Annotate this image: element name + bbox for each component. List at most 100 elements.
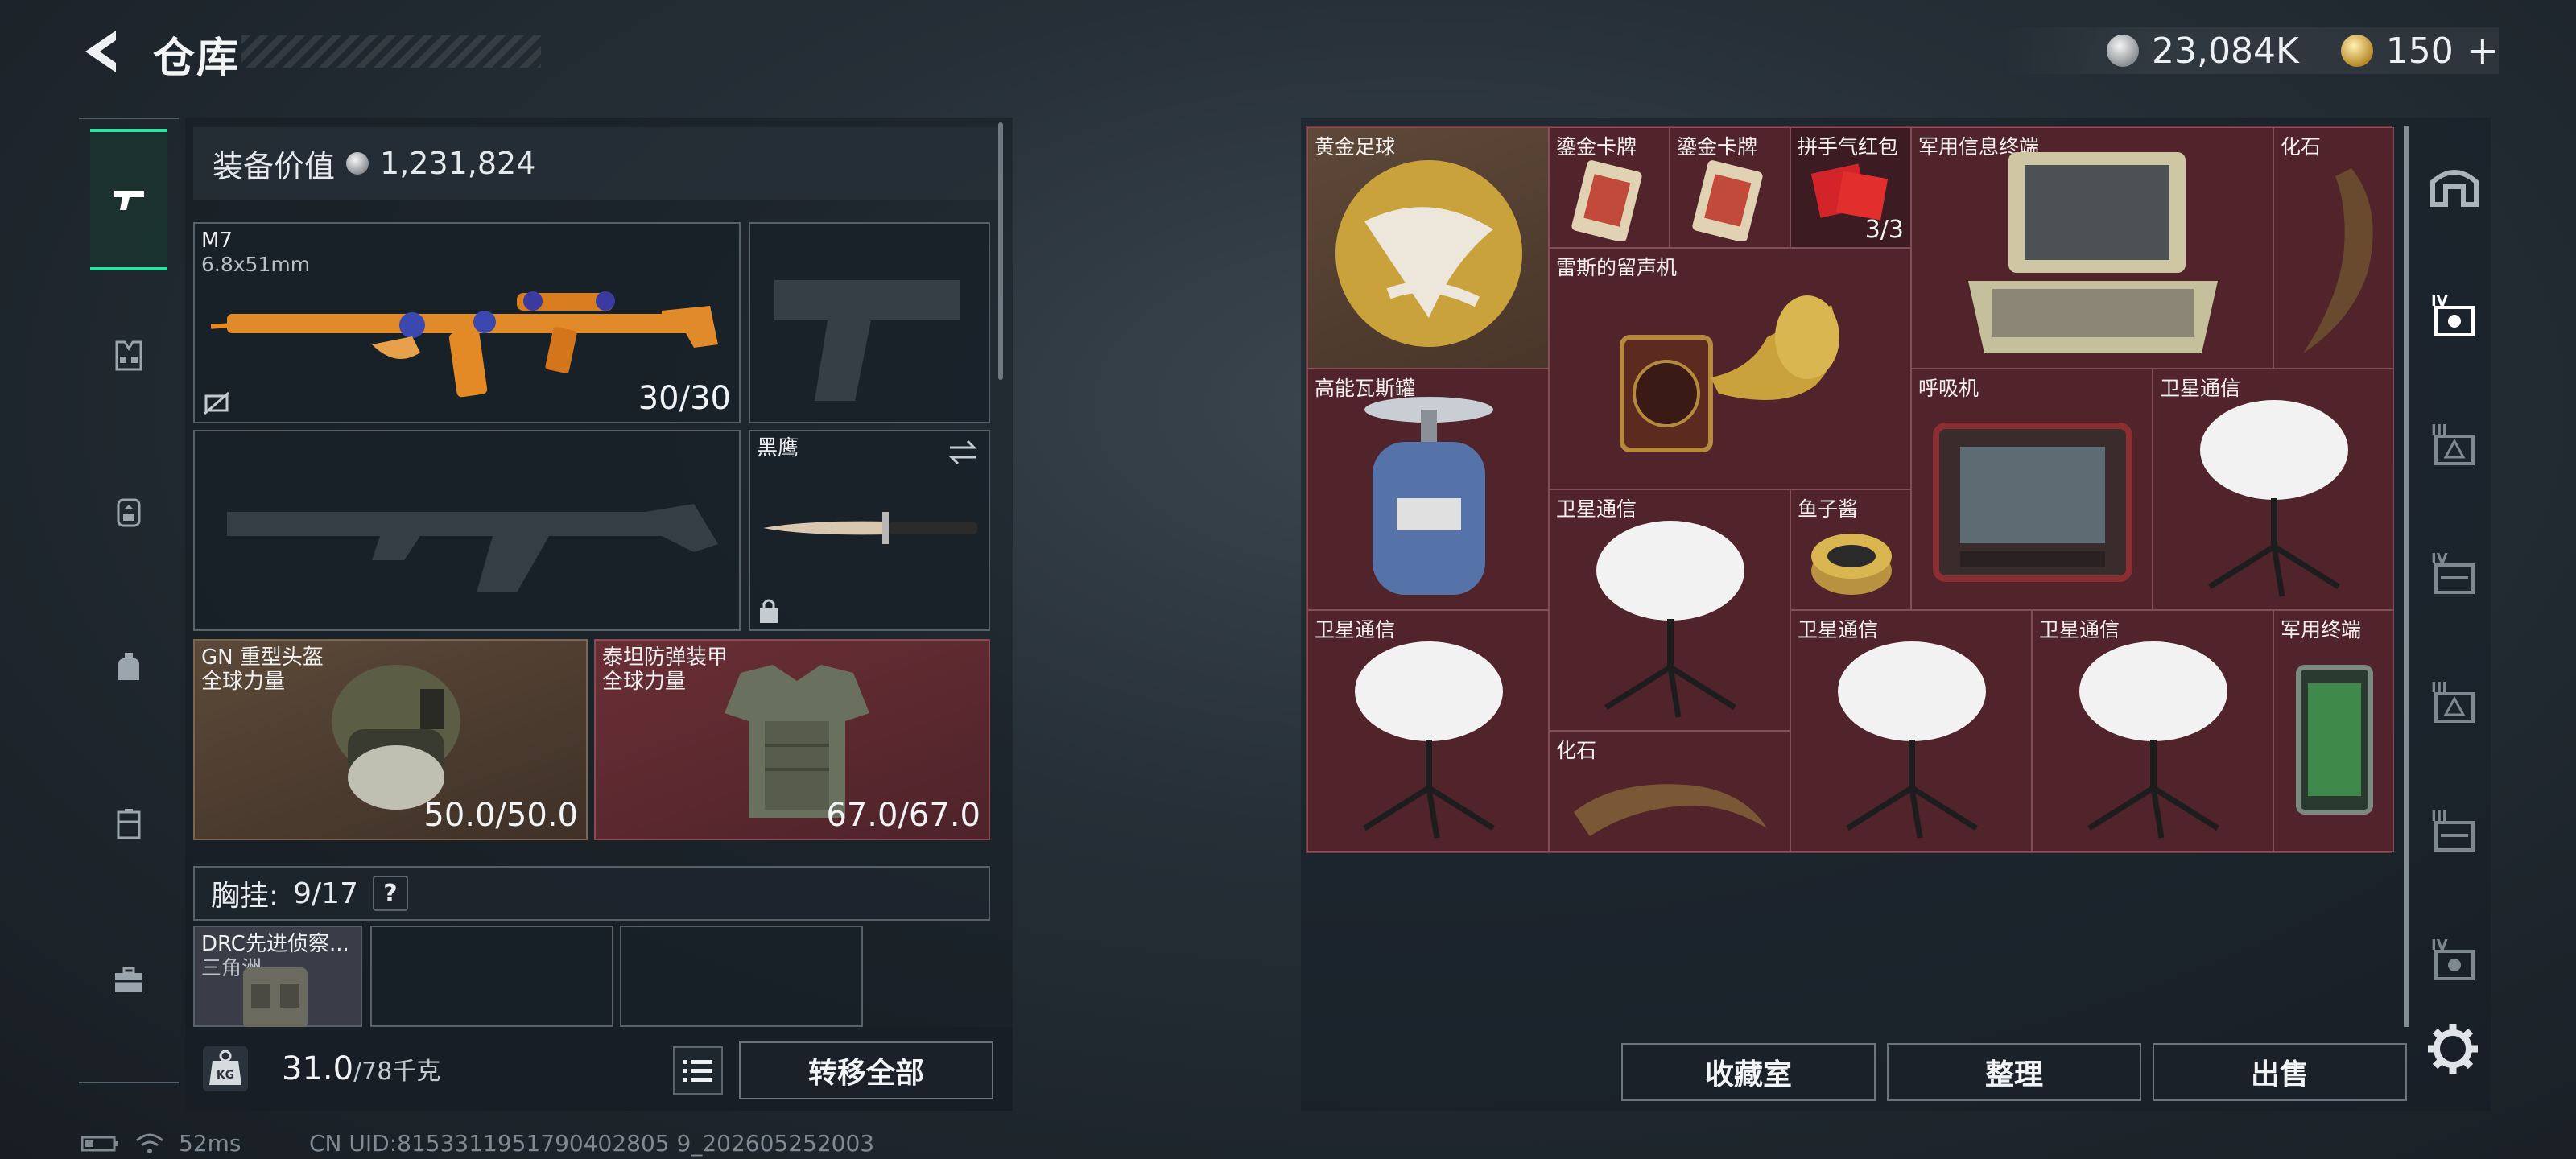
item-fossil[interactable]: 化石 — [1549, 731, 1790, 852]
item-label: 鎏金卡牌 — [1677, 135, 1758, 159]
item-red-packet[interactable]: 拼手气红包 3/3 — [1790, 127, 1911, 248]
rail-item-case[interactable] — [90, 753, 167, 895]
item-label: 雷斯的留声机 — [1556, 256, 1678, 279]
chest-rig-count: 9/17 — [293, 876, 358, 910]
satellite-dish-image — [1596, 521, 1744, 718]
rig-empty-slot[interactable] — [620, 926, 863, 1027]
item-phonograph[interactable]: 雷斯的留声机 — [1549, 248, 1911, 489]
phonograph-image — [1620, 295, 1839, 452]
sell-button[interactable]: 出售 — [2153, 1043, 2407, 1101]
transfer-all-button[interactable]: 转移全部 — [739, 1041, 993, 1099]
loadout-scrollbar[interactable] — [998, 122, 1003, 380]
coin-icon — [346, 152, 369, 175]
rail-item-toolbox[interactable] — [90, 909, 167, 1051]
card-image — [1571, 160, 1642, 241]
storage-category-rail: IV III IV III III IV — [2417, 118, 2492, 1035]
fossil-claw-image — [2303, 168, 2373, 353]
rail-item-weapons[interactable] — [90, 129, 167, 270]
melee-slot[interactable]: 黑鹰 — [749, 430, 990, 631]
tier-iii-triangle-icon-2[interactable]: III — [2428, 674, 2481, 728]
wifi-icon — [136, 1133, 163, 1153]
premium-amount: 150 — [2385, 30, 2454, 72]
item-label: 鎏金卡牌 — [1556, 135, 1637, 159]
helmet-name: GN 重型头盔 — [201, 645, 324, 670]
item-satellite-comm[interactable]: 卫星通信 — [2153, 369, 2394, 610]
armor-slot[interactable]: 泰坦防弹装甲 全球力量 67.0/67.0 — [594, 639, 990, 840]
item-caviar[interactable]: 鱼子酱 — [1790, 489, 1911, 610]
premium-add-button[interactable]: + — [2467, 28, 2499, 73]
secondary-weapon-slot[interactable] — [193, 430, 741, 631]
status-bar: 52ms — [80, 1130, 242, 1157]
safehouse-icon[interactable] — [2428, 159, 2481, 212]
armor-origin: 全球力量 — [602, 670, 687, 694]
item-ventilator[interactable]: 呼吸机 — [1911, 369, 2153, 610]
melee-name: 黑鹰 — [757, 436, 799, 460]
svg-text:KG: KG — [217, 1069, 234, 1082]
title-decoration — [242, 35, 541, 68]
item-gilded-card[interactable]: 鎏金卡牌 — [1549, 127, 1670, 248]
no-attachment-icon — [204, 391, 229, 415]
ammo-count: 30/30 — [638, 380, 731, 417]
helmet-origin: 全球力量 — [201, 670, 286, 694]
rig-item-name: DRC先进侦察... — [201, 932, 349, 956]
tier-iv-tool-icon[interactable]: IV — [2428, 288, 2481, 341]
item-satellite-comm[interactable]: 卫星通信 — [1307, 610, 1549, 852]
item-military-device[interactable]: 军用终端 — [2273, 610, 2394, 852]
tier-iii-gun-icon[interactable]: III — [2428, 803, 2481, 856]
weight-display: 31.0/78千克 — [282, 1050, 440, 1087]
item-label: 拼手气红包 — [1798, 135, 1899, 159]
weight-icon: KG — [203, 1046, 248, 1091]
category-rail — [79, 118, 179, 1083]
collection-room-button[interactable]: 收藏室 — [1621, 1043, 1876, 1101]
item-military-terminal[interactable]: 军用信息终端 — [1911, 127, 2273, 369]
tier-iv-tool-icon-2[interactable]: IV — [2428, 932, 2481, 985]
item-satellite-comm[interactable]: 卫星通信 — [1549, 489, 1790, 731]
item-satellite-comm[interactable]: 卫星通信 — [1790, 610, 2032, 852]
item-label: 化石 — [2281, 135, 2322, 159]
armor-durability: 67.0/67.0 — [826, 797, 980, 834]
swap-icon[interactable] — [947, 438, 979, 467]
storage-scrollbar[interactable] — [2404, 126, 2409, 1027]
equipment-value-amount: 1,231,824 — [380, 146, 536, 181]
rail-item-bag[interactable] — [90, 597, 167, 739]
item-label: 军用终端 — [2281, 618, 2362, 641]
bag-icon — [118, 653, 139, 680]
item-label: 鱼子酱 — [1798, 497, 1859, 521]
list-icon — [683, 1060, 712, 1082]
rig-empty-slot[interactable] — [370, 926, 613, 1027]
back-arrow-icon — [85, 31, 116, 72]
toolbox-icon — [115, 967, 142, 992]
military-device-image — [2296, 665, 2373, 815]
red-packet-image — [1810, 163, 1889, 221]
primary-weapon-slot[interactable]: M7 6.8x51mm 30/30 — [193, 222, 741, 423]
fossil-claw-image — [1574, 784, 1767, 836]
tier-iv-gun-icon[interactable]: IV — [2428, 546, 2481, 599]
pistol-slot[interactable] — [749, 222, 990, 423]
battery-icon — [80, 1136, 118, 1151]
list-view-button[interactable] — [673, 1046, 723, 1095]
item-satellite-comm[interactable]: 卫星通信 — [2032, 610, 2273, 852]
satellite-dish-image — [1355, 641, 1503, 839]
storage-grid: 黄金足球 鎏金卡牌 鎏金卡牌 拼手气红包 3/3 军用信息终端 化石 雷斯的留声… — [1306, 126, 2394, 853]
rifle-silhouette-icon — [227, 504, 718, 592]
item-count: 3/3 — [1864, 216, 1904, 244]
item-gilded-card[interactable]: 鎏金卡牌 — [1670, 127, 1790, 248]
settings-gear-icon[interactable] — [2425, 1021, 2481, 1077]
helmet-slot[interactable]: GN 重型头盔 全球力量 50.0/50.0 — [193, 639, 588, 840]
item-gas-tank[interactable]: 高能瓦斯罐 — [1307, 369, 1549, 610]
help-button[interactable]: ? — [372, 876, 408, 911]
rail-item-rig[interactable] — [90, 285, 167, 427]
item-golden-ball[interactable]: 黄金足球 — [1307, 127, 1549, 369]
page-title: 仓库 — [153, 35, 241, 83]
equipment-value-bar: 装备价值 1,231,824 — [193, 127, 998, 200]
organize-button[interactable]: 整理 — [1887, 1043, 2141, 1101]
tier-iii-triangle-icon[interactable]: III — [2428, 417, 2481, 470]
golden-ball-image — [1335, 160, 1522, 347]
caviar-tin-image — [1811, 534, 1892, 595]
rig-item-slot[interactable]: DRC先进侦察... 三角洲 — [193, 926, 362, 1029]
card-image — [1692, 160, 1763, 241]
gas-tank-image — [1364, 397, 1493, 595]
item-fossil[interactable]: 化石 — [2273, 127, 2394, 369]
rail-item-backpack[interactable] — [90, 441, 167, 583]
back-button[interactable] — [77, 26, 126, 77]
